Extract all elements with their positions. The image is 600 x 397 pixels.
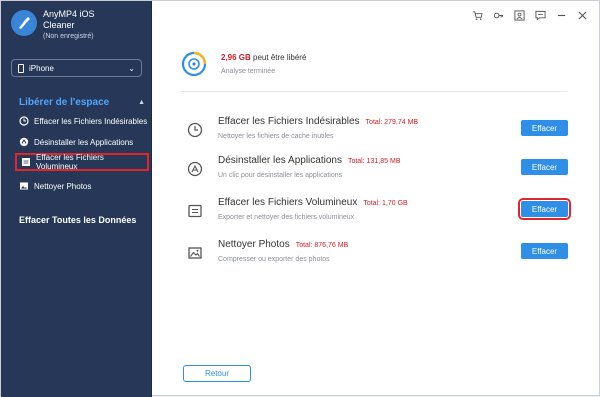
freeable-size: 2,96 GB bbox=[221, 53, 251, 62]
sidebar-item-label: Nettoyer Photos bbox=[34, 181, 92, 191]
row-description: Compresser ou exporter des photos bbox=[218, 256, 330, 263]
photo-icon bbox=[19, 181, 29, 191]
row-title: Effacer les Fichiers Volumineux Total: 1,… bbox=[218, 197, 408, 208]
row-title-text: Effacer les Fichiers Volumineux bbox=[218, 197, 358, 208]
section-free-space[interactable]: Libérer de l'espace ▲ bbox=[11, 94, 151, 110]
row-title-text: Nettoyer Photos bbox=[218, 239, 290, 250]
device-select[interactable]: iPhone ⌄ bbox=[11, 59, 142, 77]
list-item-large-files: Effacer les Fichiers Volumineux Total: 1,… bbox=[181, 195, 571, 237]
apps-icon bbox=[19, 137, 29, 147]
row-title-text: Désinstaller les Applications bbox=[218, 155, 342, 166]
erase-large-files-button[interactable]: Effacer bbox=[518, 198, 571, 220]
row-total: Total: 279,74 MB bbox=[365, 119, 419, 126]
chevron-down-icon: ⌄ bbox=[128, 63, 135, 73]
row-description: Exporter et nettoyer des fichiers volumi… bbox=[218, 214, 355, 221]
feedback-icon[interactable] bbox=[534, 9, 546, 21]
sidebar-item-uninstall-apps[interactable]: Désinstaller les Applications bbox=[15, 133, 149, 151]
device-select-value: iPhone bbox=[29, 63, 54, 73]
freeable-summary: 2,96 GB peut être libéré bbox=[221, 53, 306, 62]
sidebar-item-erase-all[interactable]: Effacer Toutes les Données bbox=[19, 215, 136, 225]
clock-icon bbox=[187, 122, 203, 138]
sidebar: AnyMP4 iOS Cleaner (Non enregistré) iPho… bbox=[1, 1, 152, 397]
row-description: Nettoyer les fichiers de cache inutiles bbox=[218, 133, 334, 140]
list-item-junk-files: Effacer les Fichiers Indésirables Total: … bbox=[181, 114, 571, 156]
chevron-up-icon: ▲ bbox=[138, 98, 145, 106]
divider bbox=[181, 91, 567, 92]
cart-icon[interactable] bbox=[471, 9, 483, 21]
minimize-icon[interactable] bbox=[555, 9, 567, 21]
row-title-text: Effacer les Fichiers Indésirables bbox=[218, 116, 360, 127]
clock-icon bbox=[19, 116, 29, 126]
document-icon bbox=[21, 157, 31, 167]
row-total: Total: 1,70 GB bbox=[363, 200, 408, 207]
app-name-line2: Cleaner bbox=[43, 20, 75, 30]
clean-photos-button[interactable]: Effacer bbox=[521, 243, 568, 259]
back-button[interactable]: Retour bbox=[183, 365, 251, 382]
key-icon[interactable] bbox=[492, 9, 504, 21]
registration-status: (Non enregistré) bbox=[43, 33, 94, 40]
sidebar-item-label: Effacer les Fichiers Indésirables bbox=[34, 116, 148, 126]
scan-status: Analyse terminée bbox=[221, 68, 276, 75]
titlebar-controls bbox=[471, 9, 588, 21]
row-title: Effacer les Fichiers Indésirables Total: … bbox=[218, 116, 418, 127]
sidebar-item-label: Effacer les Fichiers Volumineux bbox=[36, 153, 104, 171]
row-total: Total: 131,85 MB bbox=[347, 158, 401, 165]
row-total: Total: 876,76 MB bbox=[295, 242, 349, 249]
list-item-uninstall-apps: Désinstaller les Applications Total: 131,… bbox=[181, 153, 571, 195]
scan-complete-icon bbox=[181, 51, 207, 77]
sidebar-item-photos[interactable]: Nettoyer Photos bbox=[15, 177, 149, 195]
section-free-space-label: Libérer de l'espace bbox=[19, 96, 110, 108]
list-item-photos: Nettoyer Photos Total: 876,76 MB Compress… bbox=[181, 237, 571, 279]
user-icon[interactable] bbox=[513, 9, 525, 21]
row-title: Nettoyer Photos Total: 876,76 MB bbox=[218, 239, 348, 250]
row-title: Désinstaller les Applications Total: 131,… bbox=[218, 155, 400, 166]
app-title: AnyMP4 iOS Cleaner (Non enregistré) bbox=[43, 9, 95, 42]
close-icon[interactable] bbox=[576, 9, 588, 21]
erase-junk-button[interactable]: Effacer bbox=[521, 120, 568, 136]
freeable-text: peut être libéré bbox=[253, 53, 307, 62]
apps-icon bbox=[187, 161, 203, 177]
app-window: AnyMP4 iOS Cleaner (Non enregistré) iPho… bbox=[0, 0, 600, 397]
sidebar-item-junk-files[interactable]: Effacer les Fichiers Indésirables bbox=[15, 112, 149, 130]
sidebar-item-large-files[interactable]: Effacer les Fichiers Volumineux bbox=[15, 153, 149, 171]
app-name-line1: AnyMP4 iOS bbox=[43, 9, 95, 19]
document-icon bbox=[187, 203, 203, 219]
uninstall-apps-button[interactable]: Effacer bbox=[521, 159, 568, 175]
photo-icon bbox=[187, 245, 203, 261]
row-description: Un clic pour désinstaller les applicatio… bbox=[218, 172, 343, 179]
phone-icon bbox=[18, 63, 24, 73]
sidebar-item-label: Désinstaller les Applications bbox=[34, 137, 134, 147]
app-logo-icon bbox=[11, 10, 37, 36]
